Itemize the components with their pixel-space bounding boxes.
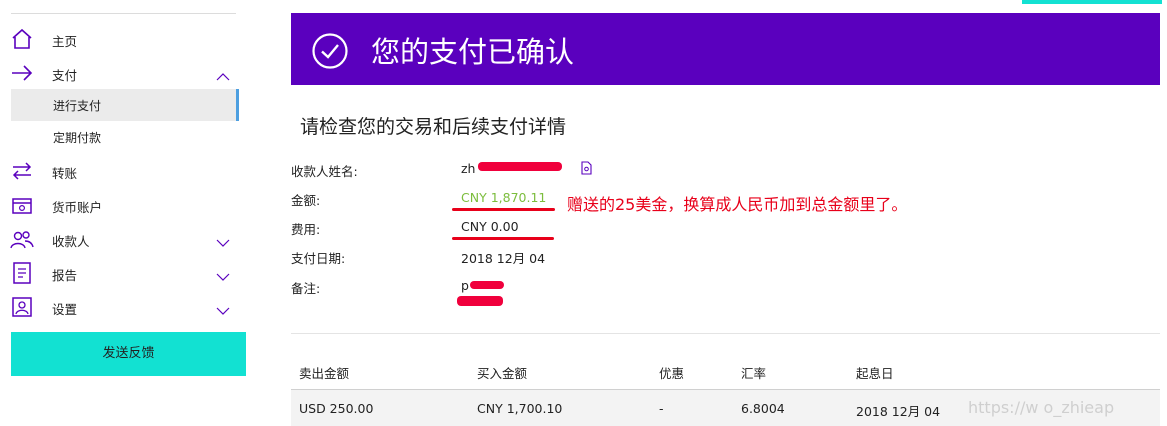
payment-date-value: 2018 12月 04	[461, 251, 546, 266]
sidebar-item-label: 支付	[52, 68, 78, 83]
sidebar-item-label: 收款人	[52, 234, 90, 249]
table-header-buy-amount: 买入金额	[477, 366, 528, 381]
chevron-down-icon[interactable]	[216, 233, 230, 247]
banner-title: 您的支付已确认	[371, 35, 575, 69]
annotation-note: 赠送的25美金，换算成人民币加到总金额里了。	[567, 195, 908, 214]
fee-label: 费用:	[291, 222, 321, 237]
table-cell-buy-amount: CNY 1,700.10	[477, 401, 563, 416]
sidebar-divider	[11, 13, 236, 14]
confirmation-banner: 您的支付已确认	[291, 13, 1160, 85]
amount-value: CNY 1,870.11	[461, 190, 547, 205]
amount-underline	[452, 208, 555, 211]
sidebar-item-payees[interactable]: 收款人	[0, 225, 248, 253]
table-header-exchange-rate: 汇率	[741, 366, 767, 381]
sidebar-item-label: 报告	[52, 268, 78, 283]
redaction-mark	[457, 296, 503, 306]
payee-name-label: 收款人姓名:	[291, 164, 358, 179]
payee-name-value: zh	[461, 161, 476, 176]
wallet-icon	[10, 194, 34, 216]
sidebar-item-label: 货币账户	[52, 200, 103, 215]
watermark-text: https://w o_zhieap	[968, 398, 1115, 417]
chevron-down-icon[interactable]	[216, 267, 230, 281]
sidebar-item-label: 主页	[52, 34, 78, 49]
chevron-down-icon[interactable]	[216, 301, 230, 315]
fee-underline	[452, 237, 554, 240]
note-value: p	[461, 278, 469, 293]
table-header-value-date: 起息日	[856, 366, 894, 381]
top-accent-bar	[1022, 0, 1162, 4]
table-header-sell-amount: 卖出金额	[299, 366, 350, 381]
sidebar-subitem-scheduled-payments[interactable]: 定期付款	[11, 121, 236, 153]
table-cell-discount: -	[659, 401, 664, 416]
sidebar-item-currency-accounts[interactable]: 货币账户	[0, 191, 248, 219]
table-cell-value-date: 2018 12月 04	[856, 404, 941, 419]
sidebar-item-home[interactable]: 主页	[0, 25, 248, 53]
table-cell-exchange-rate: 6.8004	[741, 401, 785, 416]
check-circle-icon	[311, 32, 349, 70]
arrow-right-icon	[10, 62, 34, 84]
amount-label: 金额:	[291, 193, 321, 208]
sidebar-subitem-label: 定期付款	[53, 131, 102, 145]
page-subheading: 请检查您的交易和后续支付详情	[300, 116, 567, 138]
send-feedback-button[interactable]: 发送反馈	[11, 332, 246, 376]
transfer-icon	[10, 160, 34, 182]
sidebar-item-payments[interactable]: 支付	[0, 59, 248, 87]
note-label: 备注:	[291, 281, 321, 296]
table-header-discount: 优惠	[659, 366, 685, 381]
sidebar-subitem-label: 进行支付	[53, 99, 102, 113]
report-icon	[10, 262, 34, 284]
fee-value: CNY 0.00	[461, 219, 519, 234]
sidebar-item-transfer[interactable]: 转账	[0, 157, 248, 185]
sidebar-item-label: 设置	[52, 302, 78, 317]
document-icon[interactable]	[580, 160, 593, 175]
chevron-up-icon[interactable]	[216, 67, 230, 81]
sidebar: 主页 支付 进行支付 定期付款 转账 货币账户 收款人 报告 设置 发送反馈	[0, 0, 248, 426]
redaction-mark	[470, 281, 504, 289]
sidebar-item-reports[interactable]: 报告	[0, 259, 248, 287]
home-icon	[10, 28, 34, 50]
redaction-mark	[478, 162, 562, 171]
people-icon	[10, 228, 34, 250]
sidebar-item-settings[interactable]: 设置	[0, 293, 248, 321]
table-cell-sell-amount: USD 250.00	[299, 401, 374, 416]
section-divider	[291, 333, 1160, 334]
sidebar-item-label: 转账	[52, 166, 78, 181]
payment-date-label: 支付日期:	[291, 251, 346, 266]
settings-icon	[10, 296, 34, 318]
sidebar-subitem-make-payment[interactable]: 进行支付	[11, 89, 239, 121]
